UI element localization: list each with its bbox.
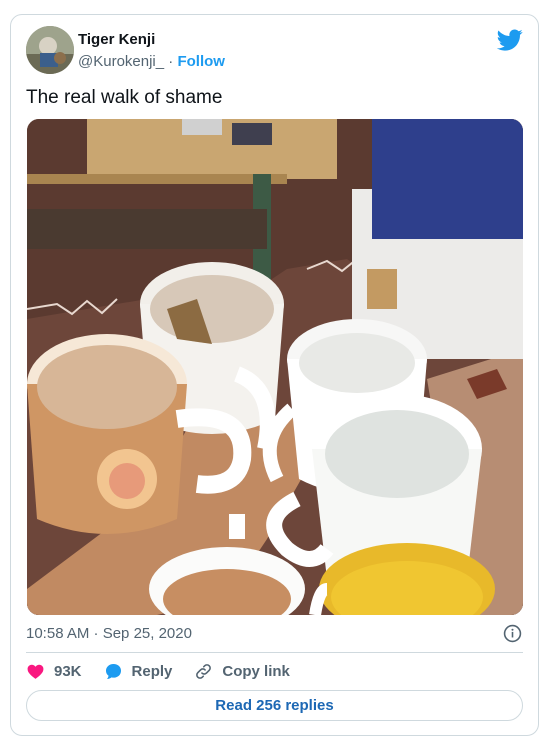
separator-dot: · bbox=[168, 53, 174, 70]
like-count: 93K bbox=[54, 662, 82, 680]
avatar[interactable] bbox=[26, 26, 74, 74]
reply-button[interactable]: Reply bbox=[104, 662, 173, 681]
author-handle[interactable]: @Kurokenji_ bbox=[78, 53, 164, 70]
reply-icon bbox=[105, 663, 121, 679]
link-icon bbox=[196, 663, 212, 679]
info-icon[interactable] bbox=[503, 624, 522, 643]
copy-link-button[interactable]: Copy link bbox=[194, 662, 290, 681]
like-button[interactable]: 93K bbox=[26, 662, 82, 681]
divider bbox=[26, 652, 523, 653]
author-display-name[interactable]: Tiger Kenji bbox=[78, 31, 155, 48]
twitter-bird-icon[interactable] bbox=[497, 27, 523, 53]
copy-link-label: Copy link bbox=[222, 662, 290, 680]
tweet-photo[interactable] bbox=[27, 119, 523, 615]
tweet-actions: 93K Reply Copy link bbox=[26, 659, 312, 683]
tweet-text: The real walk of shame bbox=[26, 87, 223, 108]
tweet-timestamp[interactable]: 10:58 AM · Sep 25, 2020 bbox=[26, 625, 192, 642]
reply-label: Reply bbox=[131, 662, 173, 680]
follow-button[interactable]: Follow bbox=[177, 53, 225, 70]
author-handle-row: @Kurokenji_ · Follow bbox=[78, 53, 225, 70]
tweet-embed-card: Tiger Kenji @Kurokenji_ · Follow The rea… bbox=[10, 14, 539, 736]
heart-icon bbox=[27, 664, 44, 679]
read-replies-button[interactable]: Read 256 replies bbox=[26, 690, 523, 721]
